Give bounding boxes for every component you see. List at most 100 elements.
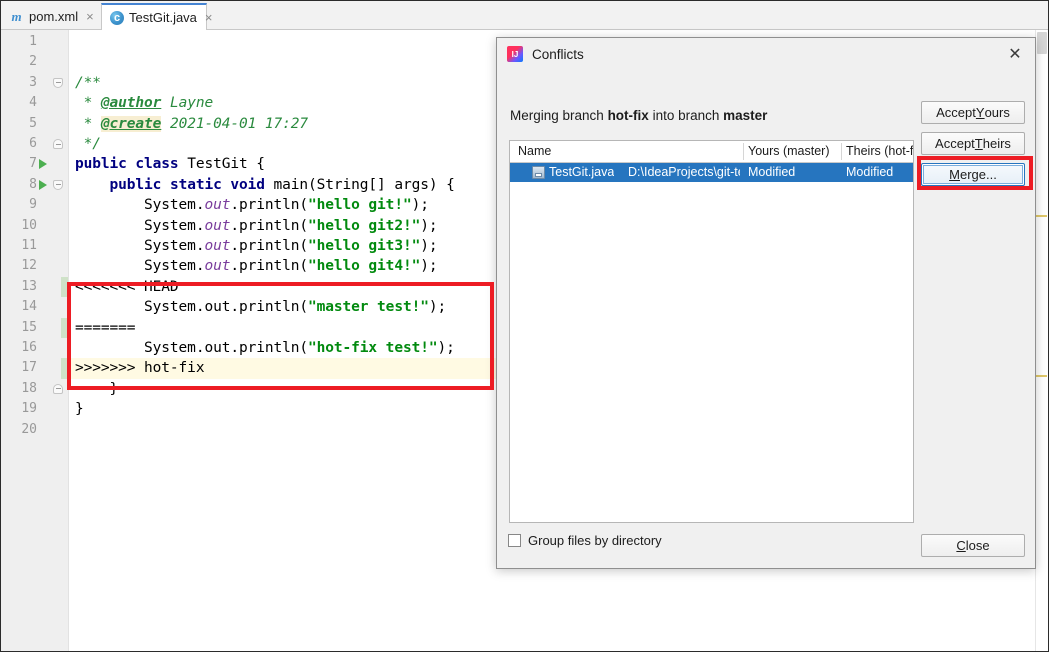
line-number: 11 xyxy=(21,238,37,253)
code-token: public class xyxy=(75,156,188,173)
run-arrow-icon[interactable] xyxy=(39,179,47,190)
close-icon[interactable]: × xyxy=(86,10,94,23)
code-text: * @author Layne xyxy=(75,93,214,113)
code-text: public static void main(String[] args) { xyxy=(75,175,455,195)
yours-status-cell: Modified xyxy=(748,165,796,179)
editor-tab-testgit-java[interactable]: c TestGit.java × xyxy=(101,3,213,30)
accept-yours-button[interactable]: Accept Yours xyxy=(921,101,1025,124)
code-token: System. xyxy=(75,258,205,275)
code-token: out xyxy=(204,238,231,254)
code-token: ); xyxy=(420,238,438,254)
group-files-by-directory-row[interactable]: Group files by directory xyxy=(508,533,662,548)
code-text: System.out.println("hot-fix test!"); xyxy=(75,338,455,358)
code-text: } xyxy=(75,399,84,419)
vcs-change-marker[interactable] xyxy=(61,358,68,379)
code-token: ); xyxy=(411,197,429,214)
code-token: "hello git2!" xyxy=(308,217,421,234)
table-header-row: Name Yours (master) Theirs (hot-fix) xyxy=(510,141,913,163)
line-number: 19 xyxy=(21,401,37,417)
code-token: .println( xyxy=(230,197,309,214)
code-token: main(String[] args) { xyxy=(273,176,455,193)
gutter-icons xyxy=(39,297,69,317)
code-fold-icon[interactable] xyxy=(53,77,63,88)
idea-window: m pom.xml × c TestGit.java × 1 2 3/** 4 * @… xyxy=(0,0,1049,652)
table-row[interactable]: TestGit.java D:\IdeaProjects\git-te Modi… xyxy=(510,163,913,182)
column-header-theirs[interactable]: Theirs (hot-fix) xyxy=(846,141,913,162)
gutter-icons xyxy=(39,399,69,419)
line-number: 10 xyxy=(21,217,37,233)
column-divider[interactable] xyxy=(841,143,842,160)
button-label-part: ours xyxy=(984,105,1010,120)
column-header-name[interactable]: Name xyxy=(518,141,738,162)
intellij-idea-icon xyxy=(507,46,523,62)
close-icon[interactable]: × xyxy=(205,11,213,24)
maven-file-icon: m xyxy=(11,8,22,24)
gutter-icons xyxy=(39,256,69,276)
line-number: 9 xyxy=(29,197,37,213)
code-token: public static void xyxy=(109,176,274,193)
column-header-yours[interactable]: Yours (master) xyxy=(748,141,840,162)
close-button[interactable]: Close xyxy=(921,534,1025,557)
gutter-icons xyxy=(39,216,69,236)
line-number: 3 xyxy=(29,74,37,90)
code-token: "hello git3!" xyxy=(308,238,421,254)
code-text: System.out.println("hello git4!"); xyxy=(75,256,438,276)
code-text: System.out.println("hello git2!"); xyxy=(75,216,438,236)
line-number: 18 xyxy=(21,380,37,396)
file-name-cell: TestGit.java xyxy=(549,165,615,179)
group-files-label: Group files by directory xyxy=(528,533,662,548)
code-token: * xyxy=(75,115,101,132)
code-token: System. xyxy=(75,197,205,214)
code-token: ); xyxy=(437,340,455,356)
run-arrow-icon[interactable] xyxy=(39,159,47,170)
close-icon[interactable]: ✕ xyxy=(1003,42,1027,66)
conflicts-table[interactable]: Name Yours (master) Theirs (hot-fix) Tes… xyxy=(509,140,914,523)
gutter-icons xyxy=(39,175,69,195)
code-token: @author xyxy=(100,95,162,112)
button-label-part: heirs xyxy=(982,136,1011,151)
code-token: /** xyxy=(75,74,101,91)
button-label-part: erge... xyxy=(959,167,997,182)
code-text: System.out.println("master test!"); xyxy=(75,297,446,317)
line-number: 2 xyxy=(29,54,37,70)
line-number: 7 xyxy=(29,156,37,172)
code-token: @create xyxy=(100,115,162,132)
editor-tabbar: m pom.xml × c TestGit.java × xyxy=(1,1,1048,30)
column-divider[interactable] xyxy=(743,143,744,160)
editor-tab-pom-xml[interactable]: m pom.xml × xyxy=(1,3,101,30)
code-token: 2021-04-01 17:27 xyxy=(161,115,309,132)
conflicts-dialog: Conflicts ✕ Merging branch hot-fix into … xyxy=(496,37,1036,569)
scrollbar-marker xyxy=(1036,215,1047,217)
code-token: TestGit { xyxy=(187,156,265,173)
merge-button[interactable]: Merge... xyxy=(921,163,1025,186)
code-token: System.out.println( xyxy=(75,340,309,356)
line-number: 8 xyxy=(29,176,37,192)
button-label-part: Accept xyxy=(935,136,975,151)
code-text: */ xyxy=(75,134,101,154)
button-label-part: lose xyxy=(965,538,990,553)
code-fold-icon[interactable] xyxy=(53,139,63,149)
code-fold-icon[interactable] xyxy=(53,383,63,394)
code-fold-icon[interactable] xyxy=(53,179,63,190)
code-token: * xyxy=(75,95,101,112)
code-text: public class TestGit { xyxy=(75,154,265,174)
code-token: .println( xyxy=(230,217,309,234)
code-token: ); xyxy=(428,299,447,316)
gutter-icons xyxy=(39,154,69,174)
gutter-icons xyxy=(39,32,69,52)
scrollbar-thumb[interactable] xyxy=(1037,32,1047,54)
gutter-icons xyxy=(39,52,69,72)
code-token: ); xyxy=(420,258,438,275)
gutter-icons xyxy=(39,338,69,358)
button-label-part: Accept xyxy=(936,105,976,120)
vcs-change-marker[interactable] xyxy=(61,276,68,298)
accept-theirs-button[interactable]: Accept Theirs xyxy=(921,132,1025,155)
gutter-icons xyxy=(39,195,69,215)
merge-description-prefix: Merging branch xyxy=(510,108,608,123)
line-number: 15 xyxy=(21,319,37,335)
gutter-icons xyxy=(39,379,69,399)
line-number: 5 xyxy=(29,115,37,131)
editor-scrollbar[interactable] xyxy=(1035,30,1048,651)
group-files-checkbox[interactable] xyxy=(508,534,521,547)
vcs-change-marker[interactable] xyxy=(61,317,68,338)
